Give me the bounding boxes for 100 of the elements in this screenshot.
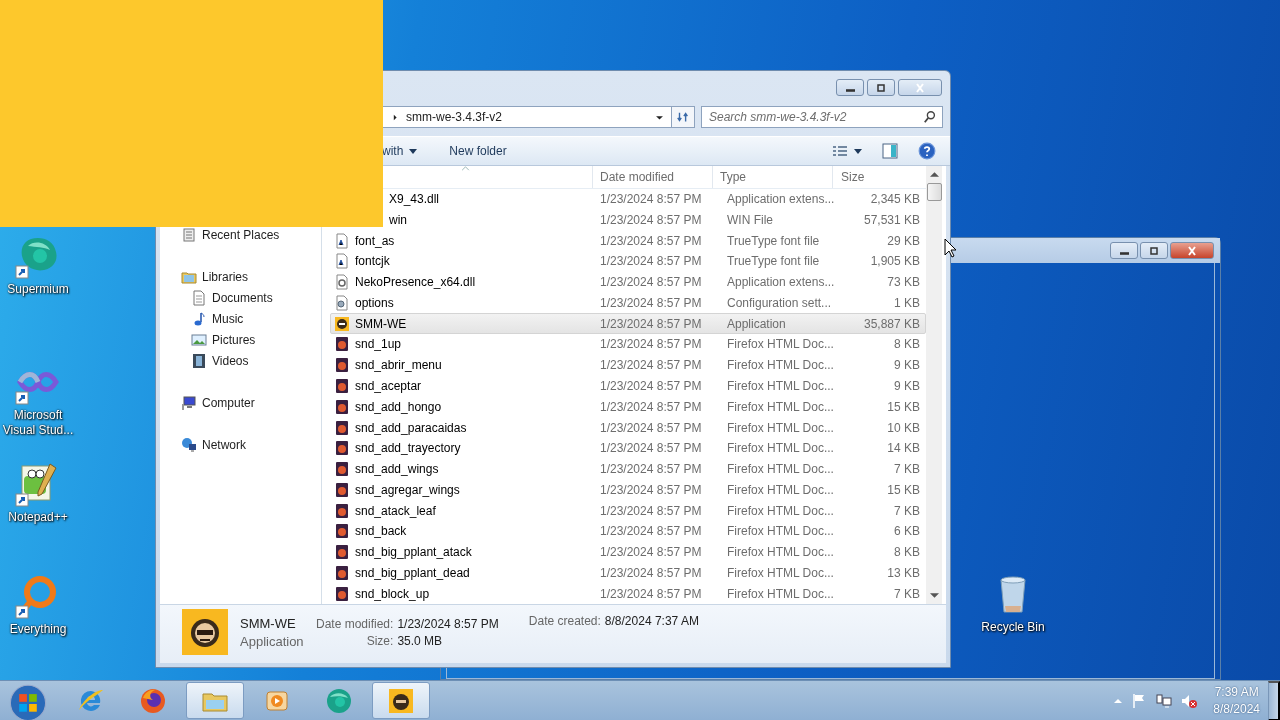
icon-label: Notepad++ <box>8 510 68 525</box>
file-row[interactable]: snd_add_trayectory 1/23/2024 8:57 PM Firefox HTML Doc... 14 KB <box>330 437 926 459</box>
file-size: 8 KB <box>893 545 920 560</box>
file-row[interactable]: snd_add_wings 1/23/2024 8:57 PM Firefox HTML Doc... 7 KB <box>330 458 926 480</box>
film-icon <box>191 352 207 369</box>
file-row[interactable]: snd_agregar_wings 1/23/2024 8:57 PM Firefox HTML Doc... 15 KB <box>330 479 926 501</box>
icon-label: Microsoft Visual Stud... <box>1 408 75 438</box>
file-date: 1/23/2024 8:57 PM <box>599 399 703 414</box>
file-row[interactable]: SMM-WE 1/23/2024 8:57 PM Application 35,887 KB <box>330 313 926 335</box>
nav-item[interactable]: Recent Places <box>202 227 280 242</box>
details-value: 8/8/2024 7:37 AM <box>604 614 699 628</box>
file-row[interactable]: snd_abrir_menu 1/23/2024 8:57 PM Firefox HTML Doc... 9 KB <box>330 354 926 376</box>
details-label: Size: <box>365 633 394 648</box>
file-name: options <box>355 295 394 310</box>
file-row[interactable]: snd_big_pplant_dead 1/23/2024 8:57 PM Firefox HTML Doc... 13 KB <box>330 562 926 584</box>
nav-item[interactable]: Computer <box>202 395 255 410</box>
file-date: 1/23/2024 8:57 PM <box>599 503 703 518</box>
file-name: SMM-WE <box>355 316 407 331</box>
file-name: snd_add_wings <box>355 462 439 477</box>
computer-icon <box>181 394 197 411</box>
nav-item[interactable]: Music <box>212 311 244 326</box>
file-name: win <box>389 212 407 227</box>
file-size: 9 KB <box>893 379 920 393</box>
file-date: 1/23/2024 8:57 PM <box>599 337 703 352</box>
file-type: Firefox HTML Doc... <box>726 503 835 518</box>
recent-places-icon <box>181 226 197 243</box>
close-button[interactable] <box>1170 242 1214 259</box>
file-size: 13 KB <box>886 565 920 580</box>
file-row[interactable]: snd_add_hongo 1/23/2024 8:57 PM Firefox HTML Doc... 15 KB <box>330 396 926 418</box>
file-row[interactable]: font_as 1/23/2024 8:57 PM TrueType font file 29 KB <box>330 230 926 251</box>
chevron-icon <box>391 112 400 122</box>
refresh-button[interactable] <box>671 106 695 128</box>
file-type: Firefox HTML Doc... <box>726 420 835 435</box>
file-row[interactable]: snd_back 1/23/2024 8:57 PM Firefox HTML Doc... 6 KB <box>330 520 926 542</box>
file-date: 1/23/2024 8:57 PM <box>599 565 703 580</box>
nav-item[interactable]: Videos <box>212 353 249 368</box>
column-header[interactable]: Type <box>712 166 832 188</box>
close-icon <box>1186 245 1198 256</box>
maximize-button[interactable] <box>1140 242 1168 259</box>
scroll-thumb[interactable] <box>926 183 942 201</box>
file-date: 1/23/2024 8:57 PM <box>599 545 703 560</box>
file-row[interactable]: fontcjk 1/23/2024 8:57 PM TrueType font file 1,905 KB <box>330 251 926 272</box>
file-type: Application extens... <box>726 192 836 207</box>
search-field[interactable]: Search smm-we-3.4.3f-v2 <box>701 106 943 128</box>
file-row[interactable]: snd_aceptar 1/23/2024 8:57 PM Firefox HTML Doc... 9 KB <box>330 375 926 397</box>
file-name: NekoPresence_x64.dll <box>355 275 476 290</box>
minimize-button[interactable] <box>1110 242 1138 259</box>
file-row[interactable]: snd_add_paracaidas 1/23/2024 8:57 PM Firefox HTML Doc... 10 KB <box>330 417 926 438</box>
preview-pane-icon <box>882 143 898 159</box>
nav-item[interactable]: Network <box>202 437 246 452</box>
maximize-button[interactable] <box>867 79 895 96</box>
file-size: 2,345 KB <box>869 192 920 207</box>
html-file-icon <box>334 357 350 374</box>
app-icon <box>182 609 228 655</box>
html-file-icon <box>334 564 350 581</box>
close-button[interactable] <box>898 79 942 96</box>
file-type: Firefox HTML Doc... <box>726 358 835 373</box>
file-size: 73 KB <box>886 275 920 290</box>
toolbar-button[interactable]: New folder <box>443 141 513 161</box>
file-size: 7 KB <box>893 462 920 477</box>
file-date: 1/23/2024 8:57 PM <box>599 275 703 290</box>
file-size: 8 KB <box>893 337 920 352</box>
html-file-icon <box>334 461 350 478</box>
file-name: snd_aceptar <box>355 379 422 393</box>
file-date: 1/23/2024 8:57 PM <box>599 420 703 435</box>
minimize-button[interactable] <box>836 79 864 96</box>
file-date: 1/23/2024 8:57 PM <box>599 192 703 207</box>
network-icon <box>1156 692 1173 709</box>
scroll-down-icon <box>929 593 939 598</box>
show-desktop-button[interactable] <box>1268 680 1280 720</box>
file-date: 1/23/2024 8:57 PM <box>599 379 703 393</box>
file-type: Configuration sett... <box>726 295 833 310</box>
file-date: 1/23/2024 8:57 PM <box>599 295 703 310</box>
file-type: TrueType font file <box>726 254 821 269</box>
column-header[interactable]: Size <box>832 166 905 188</box>
file-row[interactable]: snd_atack_leaf 1/23/2024 8:57 PM Firefox HTML Doc... 7 KB <box>330 500 926 521</box>
nav-item[interactable]: Libraries <box>202 269 249 284</box>
file-name: X9_43.dll <box>389 192 440 207</box>
file-row[interactable]: snd_1up 1/23/2024 8:57 PM Firefox HTML Doc... 8 KB <box>330 334 926 355</box>
column-header[interactable]: Date modified <box>592 166 712 188</box>
file-row[interactable]: snd_block_up 1/23/2024 8:57 PM Firefox HTML Doc... 7 KB <box>330 583 926 605</box>
clock-date: 8/8/2024 <box>1213 700 1260 718</box>
file-date: 1/23/2024 8:57 PM <box>599 524 703 539</box>
close-icon <box>914 82 926 93</box>
file-name: snd_big_pplant_dead <box>355 565 470 580</box>
file-name: snd_atack_leaf <box>355 503 436 518</box>
nav-item[interactable]: Documents <box>212 290 273 305</box>
html-file-icon <box>334 419 350 436</box>
nav-item[interactable]: Pictures <box>212 332 256 347</box>
scrollbar[interactable] <box>926 166 942 604</box>
file-type: Firefox HTML Doc... <box>726 337 835 352</box>
file-name: snd_add_paracaidas <box>355 420 467 435</box>
file-type: Firefox HTML Doc... <box>726 545 835 560</box>
file-name: snd_big_pplant_atack <box>355 545 472 560</box>
file-row[interactable]: snd_big_pplant_atack 1/23/2024 8:57 PM Firefox HTML Doc... 8 KB <box>330 541 926 563</box>
network-icon <box>181 436 197 453</box>
taskbar-button[interactable] <box>372 682 430 719</box>
file-row[interactable]: NekoPresence_x64.dll 1/23/2024 8:57 PM Application extens... 73 KB <box>330 271 926 293</box>
file-row[interactable]: options 1/23/2024 8:57 PM Configuration sett... 1 KB <box>330 292 926 314</box>
html-file-icon <box>334 544 350 561</box>
